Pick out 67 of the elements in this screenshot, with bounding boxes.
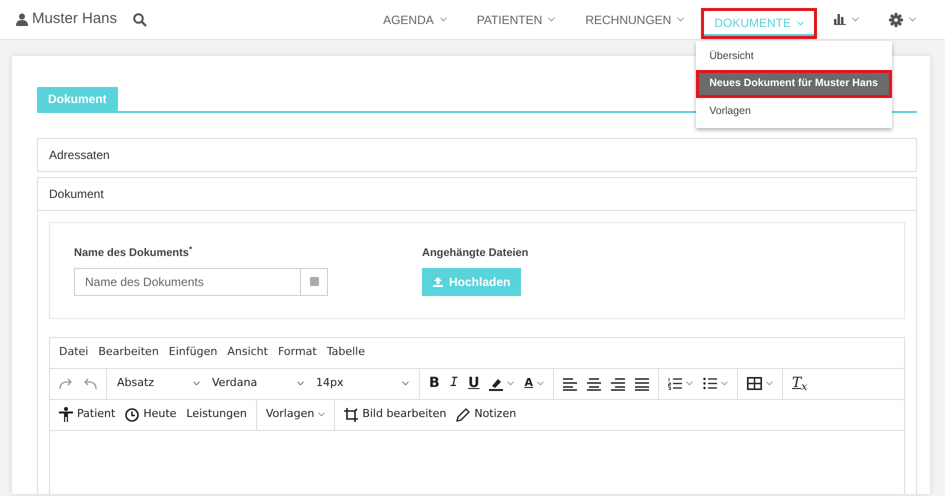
align-left-icon (562, 376, 577, 390)
toolbar-button[interactable]: Notizen (451, 402, 522, 428)
caret-icon (686, 381, 693, 386)
caret-icon (507, 381, 514, 386)
menu-item[interactable]: Vorlagen (696, 98, 892, 126)
field-label: Angehängte Dateien (422, 246, 528, 261)
menu-item[interactable]: Bearbeiten (93, 344, 164, 361)
format-button[interactable]: I (444, 370, 464, 396)
caret-icon (536, 381, 544, 386)
settings-icon (889, 12, 903, 26)
user-name[interactable]: Muster Hans (32, 8, 118, 31)
toolbar-button[interactable]: Leistungen (181, 402, 252, 428)
nav-menu[interactable]: PATIENTEN (464, 0, 568, 40)
format-button[interactable]: U (463, 370, 484, 396)
align-right-icon (610, 376, 625, 390)
crop-icon (344, 408, 358, 422)
upload-icon (433, 276, 443, 286)
align-center-icon (586, 376, 601, 390)
menu-item[interactable]: Datei (54, 344, 94, 361)
menu-item[interactable]: Neues Dokument für Muster Hans (696, 70, 892, 98)
clock-icon (125, 408, 140, 422)
field-label: Name des Dokuments$^{*}$ (74, 245, 194, 261)
caret-icon (193, 381, 200, 386)
panel-header[interactable]: Dokument (38, 178, 916, 211)
toolbar-button[interactable]: Heute (120, 402, 182, 428)
marker-icon (489, 376, 504, 390)
format-select[interactable]: Absatz (111, 370, 206, 396)
undo-icon (83, 378, 97, 390)
caret-icon (440, 17, 447, 22)
font-select[interactable]: Verdana (206, 370, 310, 396)
table-icon (746, 377, 762, 390)
caret-icon (909, 17, 916, 22)
menu-item[interactable]: Format (272, 344, 322, 361)
pencil-icon (456, 408, 470, 422)
caret-icon (677, 17, 684, 22)
bullet-list-icon (702, 377, 717, 390)
templates-dropdown[interactable]: Vorlagen (260, 402, 330, 428)
justify-icon (634, 376, 649, 390)
nav-menu[interactable]: RECHNUNGEN (572, 0, 698, 40)
nav-menu[interactable]: AGENDA (370, 0, 460, 40)
caret-icon (402, 381, 409, 386)
person-icon (59, 407, 73, 422)
clear-format-button[interactable]: T$_{x}$ (786, 370, 812, 396)
panel-header[interactable]: Adressaten (38, 139, 916, 171)
menu-item[interactable]: Tabelle (322, 344, 370, 361)
menu-item[interactable]: Einfügen (164, 344, 222, 361)
caret-icon (797, 20, 804, 26)
numbered-list-icon (668, 377, 682, 390)
toolbar-button[interactable]: Patient (54, 402, 120, 428)
caret-icon (297, 381, 304, 386)
user-icon (16, 13, 28, 26)
menu-item[interactable]: Übersicht (696, 42, 892, 70)
redo-icon (59, 378, 73, 390)
search-icon[interactable] (133, 12, 148, 26)
text-field[interactable]: Name des Dokuments (74, 268, 301, 296)
text-color-button[interactable]: A (519, 370, 549, 396)
caret-icon (720, 381, 728, 386)
caret-icon (852, 17, 859, 22)
square-icon (310, 277, 318, 286)
menu-item[interactable]: Ansicht (222, 344, 273, 361)
caret-icon (548, 17, 556, 22)
bar-chart-icon (834, 14, 846, 25)
format-button[interactable]: B (424, 370, 445, 396)
caret-icon (318, 412, 326, 417)
size-select[interactable]: 14px (310, 370, 415, 396)
toolbar-button[interactable]: Bild bearbeiten (339, 402, 452, 428)
caret-icon (766, 381, 773, 386)
